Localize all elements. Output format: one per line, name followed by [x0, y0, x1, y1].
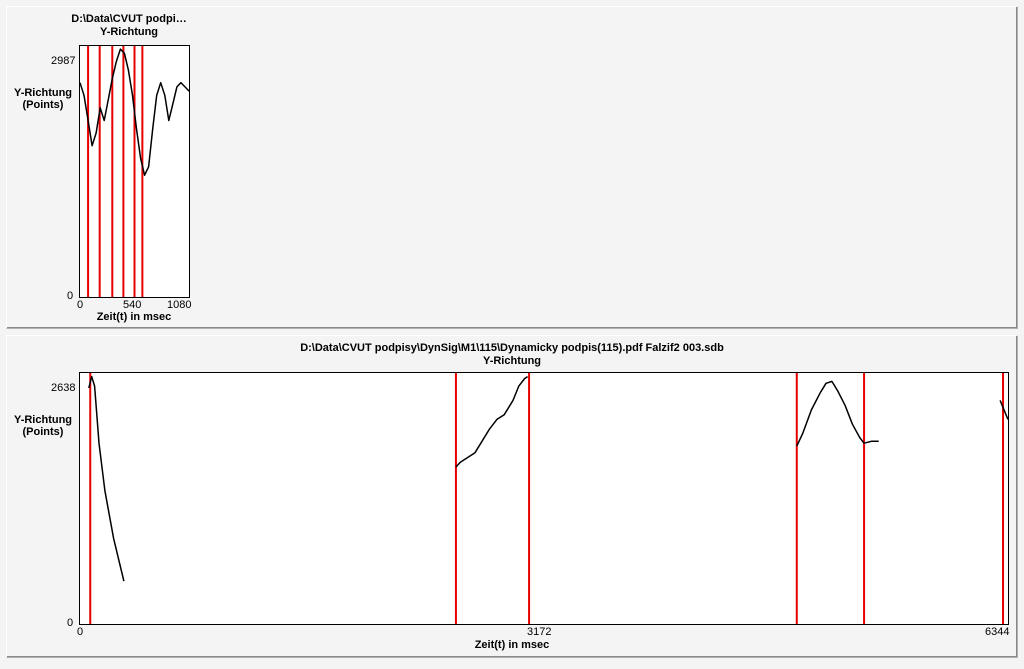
top-chart-title-file: D:\Data\CVUT podpi… [71, 13, 187, 25]
top-xtick-0: 0 [77, 299, 83, 311]
bottom-xtick-0: 0 [77, 626, 83, 638]
top-ylabel: Y-Richtung (Points) [13, 87, 73, 111]
bottom-chart-title: D:\Data\CVUT podpisy\DynSig\M1\115\Dynam… [162, 342, 862, 368]
bottom-xtick-max: 6344 [985, 626, 1009, 638]
top-chart-title: D:\Data\CVUT podpi… Y-Richtung [59, 13, 199, 39]
bottom-ytick-max: 2638 [51, 382, 75, 394]
bottom-xtick-mid: 3172 [527, 626, 551, 638]
top-panel: D:\Data\CVUT podpi… Y-Richtung 2987 Y-Ri… [6, 6, 1018, 329]
top-ytick-max: 2987 [51, 55, 75, 67]
bottom-chart-subtitle: Y-Richtung [483, 355, 541, 367]
signal-segment [456, 377, 528, 467]
bottom-xlabel: Zeit(t) in msec [475, 639, 550, 651]
top-xtick-mid: 540 [123, 299, 141, 311]
top-plot-area [79, 45, 190, 298]
bottom-ytick-min: 0 [67, 617, 73, 629]
top-xlabel: Zeit(t) in msec [97, 311, 172, 323]
bottom-ylabel: Y-Richtung (Points) [13, 414, 73, 438]
bottom-plot-svg [80, 373, 1008, 624]
top-plot-svg [80, 46, 189, 297]
top-chart-subtitle: Y-Richtung [100, 26, 158, 38]
signal-segment [797, 381, 879, 446]
bottom-chart-title-file: D:\Data\CVUT podpisy\DynSig\M1\115\Dynam… [300, 342, 724, 354]
top-xtick-max: 1080 [167, 299, 191, 311]
signal-segment [89, 377, 124, 582]
top-ytick-min: 0 [67, 290, 73, 302]
signal-segment [1000, 400, 1008, 419]
bottom-plot-area [79, 372, 1009, 625]
bottom-panel: D:\Data\CVUT podpisy\DynSig\M1\115\Dynam… [6, 335, 1018, 658]
